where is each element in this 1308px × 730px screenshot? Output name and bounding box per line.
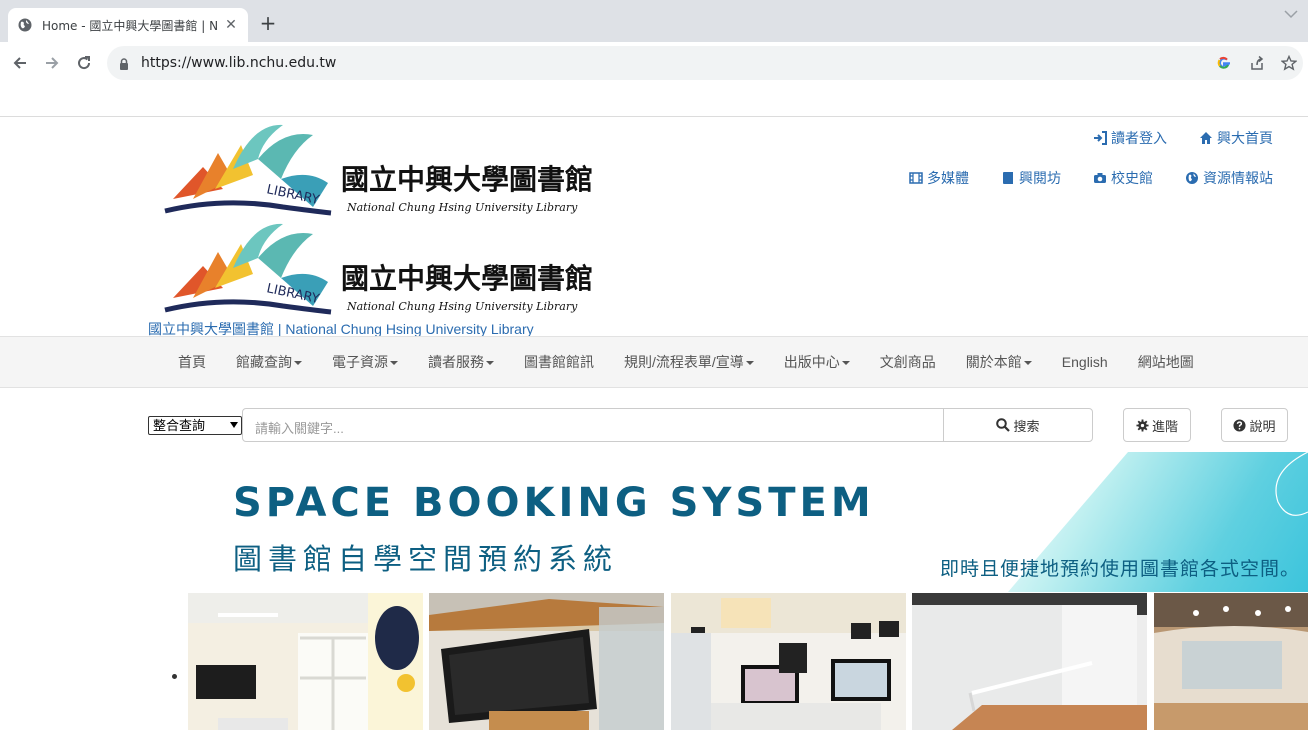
globe-icon xyxy=(18,18,32,32)
library-logo[interactable]: LIBRARY 國立中興大學圖書館 National Chung Hsing U… xyxy=(163,119,623,219)
nav-item-catalog[interactable]: 館藏查詢 xyxy=(221,352,317,372)
home-icon xyxy=(1200,132,1212,144)
globe-icon xyxy=(1186,172,1198,184)
logo-en-text: National Chung Hsing University Library xyxy=(346,300,578,313)
caret-down-icon xyxy=(841,361,850,366)
search-button[interactable]: 搜索 xyxy=(943,408,1093,442)
share-icon[interactable] xyxy=(1249,55,1265,71)
logo-en-text: National Chung Hsing University Library xyxy=(346,201,578,214)
banner-photo-round-room xyxy=(1154,593,1308,730)
nav-item-newsletter[interactable]: 圖書館館訊 xyxy=(509,352,609,372)
banner-title-cn: 圖書館自學空間預約系統 xyxy=(233,542,619,576)
search-input[interactable]: 請輸入關鍵字... xyxy=(242,408,944,442)
history-museum-link[interactable]: 校史館 xyxy=(1093,168,1153,188)
lock-icon[interactable] xyxy=(119,56,129,75)
banner-title-en: SPACE BOOKING SYSTEM xyxy=(233,480,875,526)
reading-room-label: 興閱坊 xyxy=(1019,170,1061,186)
caret-down-icon xyxy=(390,361,398,366)
reader-login-label: 讀者登入 xyxy=(1111,130,1167,146)
new-tab-button[interactable]: + xyxy=(258,13,278,33)
space-booking-banner[interactable]: SPACE BOOKING SYSTEM 圖書館自學空間預約系統 即時且便捷地預… xyxy=(0,452,1308,730)
search-icon xyxy=(996,418,1011,432)
nchu-home-label: 興大首頁 xyxy=(1217,130,1273,146)
tab-search-icon[interactable] xyxy=(1284,8,1298,22)
gear-icon xyxy=(1136,418,1149,432)
banner-photo-meeting-room xyxy=(188,593,423,730)
resource-info-label: 資源情報站 xyxy=(1203,170,1273,186)
reading-room-link[interactable]: 興閱坊 xyxy=(1001,168,1061,188)
caret-down-icon xyxy=(745,361,754,366)
nav-item-merchandise[interactable]: 文創商品 xyxy=(865,352,951,372)
help-button[interactable]: 說明 xyxy=(1221,408,1288,442)
banner-subtitle: 即時且便捷地預約使用圖書館各式空間。 xyxy=(940,558,1301,580)
nav-item-e-resources[interactable]: 電子資源 xyxy=(317,352,413,372)
logo-cn-text: 國立中興大學圖書館 xyxy=(341,163,593,196)
web-page: LIBRARY 國立中興大學圖書館 National Chung Hsing U… xyxy=(0,117,1308,730)
banner-photo-computer-area xyxy=(671,593,906,730)
multimedia-link[interactable]: 多媒體 xyxy=(909,168,969,188)
bookmark-star-icon[interactable] xyxy=(1280,54,1298,71)
list-bullet xyxy=(172,674,177,679)
caret-down-icon xyxy=(294,361,302,366)
address-bar[interactable]: https://www.lib.nchu.edu.tw xyxy=(107,46,1303,80)
nav-item-about[interactable]: 關於本館 xyxy=(951,352,1047,372)
reader-login-link[interactable]: 讀者登入 xyxy=(1093,128,1167,148)
chevron-down-icon xyxy=(230,422,238,428)
browser-tab[interactable]: Home - 國立中興大學圖書館 | N ✕ xyxy=(8,8,248,42)
browser-tab-strip: Home - 國立中興大學圖書館 | N ✕ + xyxy=(0,0,1308,42)
reload-icon[interactable] xyxy=(74,53,94,73)
nav-item-sitemap[interactable]: 網站地圖 xyxy=(1123,352,1209,372)
nav-item-rules-forms[interactable]: 規則/流程表單/宣導 xyxy=(609,352,769,372)
resource-info-link[interactable]: 資源情報站 xyxy=(1185,168,1273,188)
film-icon xyxy=(909,172,923,184)
multimedia-label: 多媒體 xyxy=(927,170,969,186)
google-icon[interactable] xyxy=(1216,55,1232,71)
banner-photo-study-carrel xyxy=(429,593,664,730)
logo-cn-text: 國立中興大學圖書館 xyxy=(341,262,593,295)
advanced-search-button[interactable]: 進階 xyxy=(1123,408,1191,442)
nav-item-publishing[interactable]: 出版中心 xyxy=(769,352,865,372)
question-circle-icon xyxy=(1233,418,1247,432)
forward-arrow-icon[interactable] xyxy=(42,53,62,73)
nav-item-english[interactable]: English xyxy=(1047,354,1123,370)
main-nav: 首頁 館藏查詢 電子資源 讀者服務 圖書館館訊 規則/流程表單/宣導 出版中心 … xyxy=(0,336,1308,388)
tab-title: Home - 國立中興大學圖書館 | N xyxy=(42,18,219,33)
top-links: 讀者登入 興大首頁 xyxy=(1093,128,1273,148)
book-icon xyxy=(1003,172,1013,184)
search-scope-select[interactable]: 整合查詢 xyxy=(148,416,242,435)
back-arrow-icon[interactable] xyxy=(10,53,30,73)
quick-links: 多媒體 興閱坊 校史館 資源情報站 xyxy=(909,168,1273,188)
history-museum-label: 校史館 xyxy=(1111,170,1153,186)
library-logo-duplicate: LIBRARY 國立中興大學圖書館 National Chung Hsing U… xyxy=(163,218,623,318)
search-bar: 整合查詢 請輸入關鍵字... 搜索 進階 說明 xyxy=(148,408,1298,442)
nav-item-home[interactable]: 首頁 xyxy=(163,352,221,372)
caret-down-icon xyxy=(486,361,494,366)
banner-photo-partition-desk xyxy=(912,593,1147,730)
url-text[interactable]: https://www.lib.nchu.edu.tw xyxy=(141,55,336,71)
nchu-home-link[interactable]: 興大首頁 xyxy=(1199,128,1273,148)
caret-down-icon xyxy=(1023,361,1032,366)
nav-item-reader-services[interactable]: 讀者服務 xyxy=(413,352,509,372)
close-tab-icon[interactable]: ✕ xyxy=(224,18,238,32)
sign-in-icon xyxy=(1094,131,1107,145)
camera-icon xyxy=(1094,173,1106,183)
